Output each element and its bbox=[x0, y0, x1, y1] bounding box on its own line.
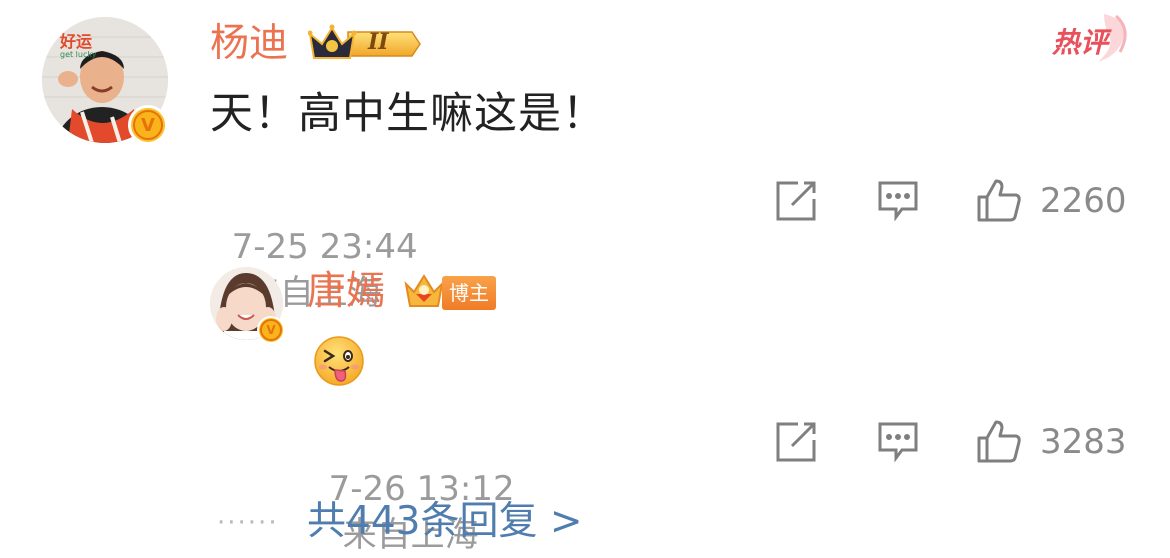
tongue-wink-emoji-icon bbox=[313, 335, 365, 387]
like-icon[interactable] bbox=[976, 418, 1021, 463]
verified-badge-icon: V bbox=[257, 316, 285, 344]
svg-text:get lucky: get lucky bbox=[60, 50, 97, 59]
share-icon[interactable] bbox=[774, 179, 818, 223]
like-icon[interactable] bbox=[976, 177, 1021, 222]
svg-text:好运: 好运 bbox=[59, 32, 92, 51]
commenter-name[interactable]: 杨迪 bbox=[210, 18, 288, 70]
comment-icon[interactable] bbox=[876, 420, 920, 464]
reply-author-name[interactable]: 唐嫣 bbox=[307, 266, 385, 318]
hot-comment-tag: 热评 bbox=[1046, 12, 1132, 68]
comment-text: 天！高中生嘛这是！ bbox=[210, 89, 606, 139]
blogger-badge: 博主 bbox=[402, 272, 498, 312]
thread-dots: ······ bbox=[217, 508, 279, 538]
verified-badge-icon: V bbox=[128, 105, 168, 145]
more-replies-link[interactable]: 共443条回复 > bbox=[307, 496, 583, 548]
vip-level-label: II bbox=[368, 29, 389, 55]
comment-time: 7-25 23:44 bbox=[231, 227, 418, 267]
vip-crown-badge: II bbox=[307, 22, 422, 66]
like-count: 3283 bbox=[1040, 422, 1127, 462]
comment-icon[interactable] bbox=[876, 179, 920, 223]
share-icon[interactable] bbox=[774, 420, 818, 464]
blogger-badge-label: 博主 bbox=[442, 276, 496, 310]
like-count: 2260 bbox=[1040, 181, 1127, 221]
hot-comment-label: 热评 bbox=[1052, 26, 1109, 59]
